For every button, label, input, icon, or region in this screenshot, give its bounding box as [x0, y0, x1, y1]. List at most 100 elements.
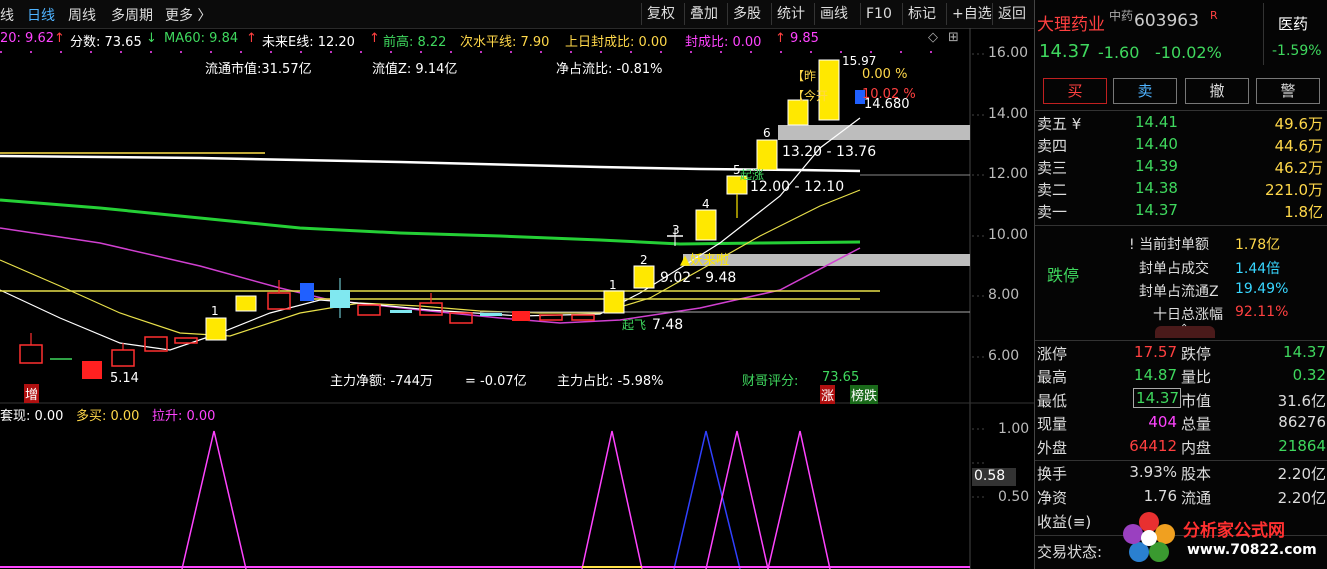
- quote-panel: 大理药业 中药 603963 R 医药 -1.59% 14.37 -1.60 -…: [1034, 0, 1327, 569]
- score-down-arrow: ↓: [146, 31, 157, 46]
- zeng-badge: 增: [24, 384, 40, 403]
- stock-name[interactable]: 大理药业: [1037, 10, 1105, 35]
- seal-vs-float-value: 19.49%: [1235, 281, 1289, 297]
- high-price-label: 15.97: [842, 54, 877, 68]
- count-label: 5: [733, 163, 741, 177]
- ask1-label: 卖一: [1037, 203, 1068, 221]
- main-force-net-label: 主力净额: -744万: [330, 374, 434, 389]
- collapse-toggle[interactable]: ⌃: [1155, 323, 1215, 338]
- stat-label: 市值: [1181, 392, 1212, 410]
- draw-line-button[interactable]: 画线: [814, 3, 853, 25]
- current-volume: 404: [1148, 413, 1177, 431]
- stat-label: 总量: [1181, 415, 1212, 433]
- net-assets: 1.76: [1143, 487, 1177, 505]
- seal-ratio-up-arrow: ↑: [775, 31, 786, 46]
- turnover-rate: 3.93%: [1129, 463, 1177, 481]
- trade-status-label: 交易状态:: [1037, 543, 1103, 561]
- seal-amount-value: 1.78亿: [1235, 237, 1281, 253]
- ma20-up-arrow: ↑: [54, 31, 65, 46]
- caige-score-value: 73.65: [822, 370, 860, 385]
- seal-ratio-label: 封成比: 0.00: [685, 35, 762, 50]
- ask5-volume: 49.6万: [1274, 115, 1323, 133]
- cancel-order-button[interactable]: 撤: [1185, 78, 1249, 104]
- expand-icon[interactable]: ⊞: [948, 30, 959, 45]
- kline-chart-area[interactable]: 20: 9.62 ↑ 分数: 73.65 ↓ MA60: 9.84 ↑ 未来E线…: [0, 28, 1034, 569]
- price-change: -1.60: [1098, 43, 1140, 62]
- stat-label: 流通: [1181, 489, 1212, 507]
- market-cap: 31.6亿: [1277, 392, 1326, 410]
- last-price: 14.37: [1039, 41, 1091, 62]
- r-badge: R: [1210, 9, 1218, 22]
- seal-vs-float-label: 封单占流通Z: [1139, 284, 1219, 300]
- count-label: 6: [763, 126, 771, 140]
- add-favorite-button[interactable]: +自选: [946, 3, 997, 25]
- f10-button[interactable]: F10: [860, 3, 897, 25]
- ma60-label: MA60: 9.84: [164, 31, 239, 46]
- ask4-label: 卖四: [1037, 137, 1068, 155]
- ask1-price: 14.37: [1135, 201, 1178, 219]
- tab-daily[interactable]: 日线: [27, 5, 55, 25]
- zone-box-2: 12.00 - 12.10: [750, 179, 845, 195]
- sub-level-label: 次水平线: 7.90: [460, 35, 550, 50]
- total-volume: 86276: [1278, 413, 1326, 431]
- sub-y-axis-label: 0.50: [998, 489, 1030, 505]
- yesterday-value: 0.00 %: [862, 67, 908, 82]
- chevron-up-icon: ⌃: [1180, 323, 1189, 334]
- limit-down-status: 跌停: [1047, 266, 1080, 285]
- alert-button[interactable]: 警: [1256, 78, 1320, 104]
- y-axis-label: 10.00: [988, 227, 1029, 243]
- volume-ratio: 0.32: [1292, 366, 1326, 384]
- stat-label: 股本: [1181, 465, 1212, 483]
- stat-label: 内盘: [1181, 439, 1212, 457]
- count-label: 2: [640, 253, 648, 267]
- industry-label: 医药: [1278, 15, 1309, 33]
- sub-y-axis-label: 1.00: [998, 421, 1030, 437]
- stats-button[interactable]: 统计: [771, 3, 810, 25]
- fuquan-button[interactable]: 复权: [641, 3, 680, 25]
- buy-button[interactable]: 买: [1043, 78, 1107, 104]
- float-mktcap-label: 流通市值:31.57亿: [205, 62, 312, 77]
- price-748-label: 7.48: [652, 317, 684, 333]
- stat-label: 净资: [1037, 489, 1068, 507]
- count-label: 4: [702, 197, 710, 211]
- price-514-label: 5.14: [110, 371, 139, 386]
- future-e-up-arrow: ↑: [369, 31, 380, 46]
- collapse-diamond-icon[interactable]: ◇: [928, 30, 938, 45]
- ask4-volume: 44.6万: [1274, 137, 1323, 155]
- main-force-net-yi: = -0.07亿: [465, 374, 527, 389]
- price-14680-label: 14.680: [864, 97, 910, 112]
- back-button[interactable]: 返回: [992, 3, 1031, 25]
- stat-label: 现量: [1037, 415, 1068, 433]
- tab-multi-period[interactable]: 多周期: [111, 5, 153, 25]
- multi-stock-button[interactable]: 多股: [727, 3, 766, 25]
- sell-button[interactable]: 卖: [1113, 78, 1177, 104]
- mark-button[interactable]: 标记: [902, 3, 941, 25]
- count-label: 3: [672, 223, 680, 237]
- today-open-tag: 【今开: [792, 89, 829, 103]
- earnings-label[interactable]: 收益(≡): [1037, 511, 1091, 532]
- tab-more[interactable]: 更多 〉: [165, 5, 211, 25]
- ask2-price: 14.38: [1135, 179, 1178, 197]
- taoxian-label: 套现: 0.00: [0, 409, 64, 424]
- value-985-label: 9.85: [790, 31, 819, 46]
- ask2-label: 卖二: [1037, 181, 1068, 199]
- industry-pct: -1.59%: [1272, 43, 1322, 59]
- tab-fenshi[interactable]: 线: [0, 5, 14, 25]
- main-force-ratio-label: 主力占比: -5.98%: [557, 374, 664, 389]
- tab-weekly[interactable]: 周线: [68, 5, 96, 25]
- industry-box[interactable]: 医药 -1.59%: [1263, 3, 1327, 65]
- high-price: 14.87: [1134, 366, 1177, 384]
- toolbar: 线 日线 周线 多周期 更多 〉 复权 叠加 多股 统计 画线 F10 标记 +…: [0, 0, 1034, 29]
- duomai-label: 多买: 0.00: [76, 409, 140, 424]
- overlay-button[interactable]: 叠加: [684, 3, 723, 25]
- prev-high-label: 前高: 8.22: [383, 35, 447, 50]
- float-shares: 2.20亿: [1277, 489, 1326, 507]
- qifei-tag: 起飞: [622, 318, 647, 332]
- ask1-volume: 1.8亿: [1284, 203, 1323, 221]
- ask2-volume: 221.0万: [1265, 181, 1323, 199]
- ask3-price: 14.39: [1135, 157, 1178, 175]
- y-axis-label: 14.00: [988, 106, 1029, 122]
- low-price: 14.37: [1133, 388, 1181, 408]
- ask3-volume: 46.2万: [1274, 159, 1323, 177]
- ten-day-gain-label: 十日总涨幅: [1153, 307, 1223, 323]
